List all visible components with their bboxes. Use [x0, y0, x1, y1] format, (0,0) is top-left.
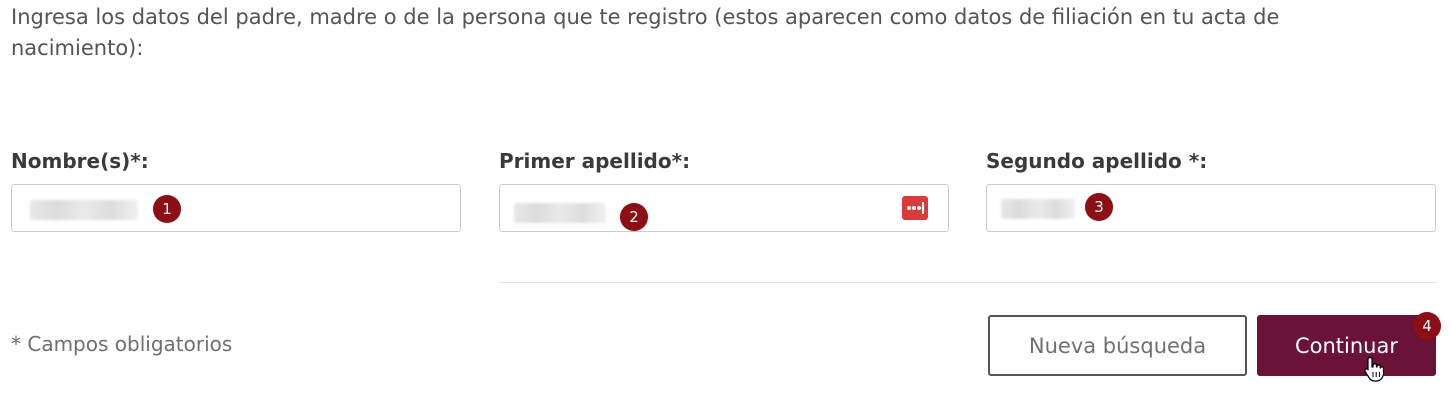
hand-pointer-icon [1364, 356, 1384, 382]
new-search-button[interactable]: Nueva búsqueda [988, 315, 1247, 376]
redacted-value [1001, 199, 1075, 219]
intro-text: Ingresa los datos del padre, madre o de … [11, 5, 1280, 60]
field-segundo-apellido: Segundo apellido *: 3 [986, 148, 1436, 232]
field-nombres: Nombre(s)*: 1 [11, 148, 461, 232]
segundo-apellido-label: Segundo apellido *: [986, 149, 1208, 173]
step-marker-3: 3 [1085, 193, 1113, 221]
nombres-input-box[interactable]: 1 [11, 184, 461, 232]
primer-apellido-input-box[interactable]: 2 [499, 184, 949, 232]
redacted-value [514, 203, 606, 223]
segundo-apellido-input-box[interactable]: 3 [986, 184, 1436, 232]
redacted-value [30, 200, 138, 220]
step-marker-4: 4 [1413, 312, 1441, 340]
step-marker-2: 2 [620, 203, 648, 231]
step-marker-1: 1 [153, 195, 181, 223]
required-fields-note: * Campos obligatorios [11, 332, 233, 356]
nombres-label: Nombre(s)*: [11, 149, 149, 173]
divider [499, 282, 1437, 283]
password-manager-icon[interactable] [902, 196, 928, 220]
field-primer-apellido: Primer apellido*: 2 [499, 148, 949, 232]
continue-button[interactable]: Continuar [1257, 315, 1436, 376]
primer-apellido-label: Primer apellido*: [499, 149, 691, 173]
